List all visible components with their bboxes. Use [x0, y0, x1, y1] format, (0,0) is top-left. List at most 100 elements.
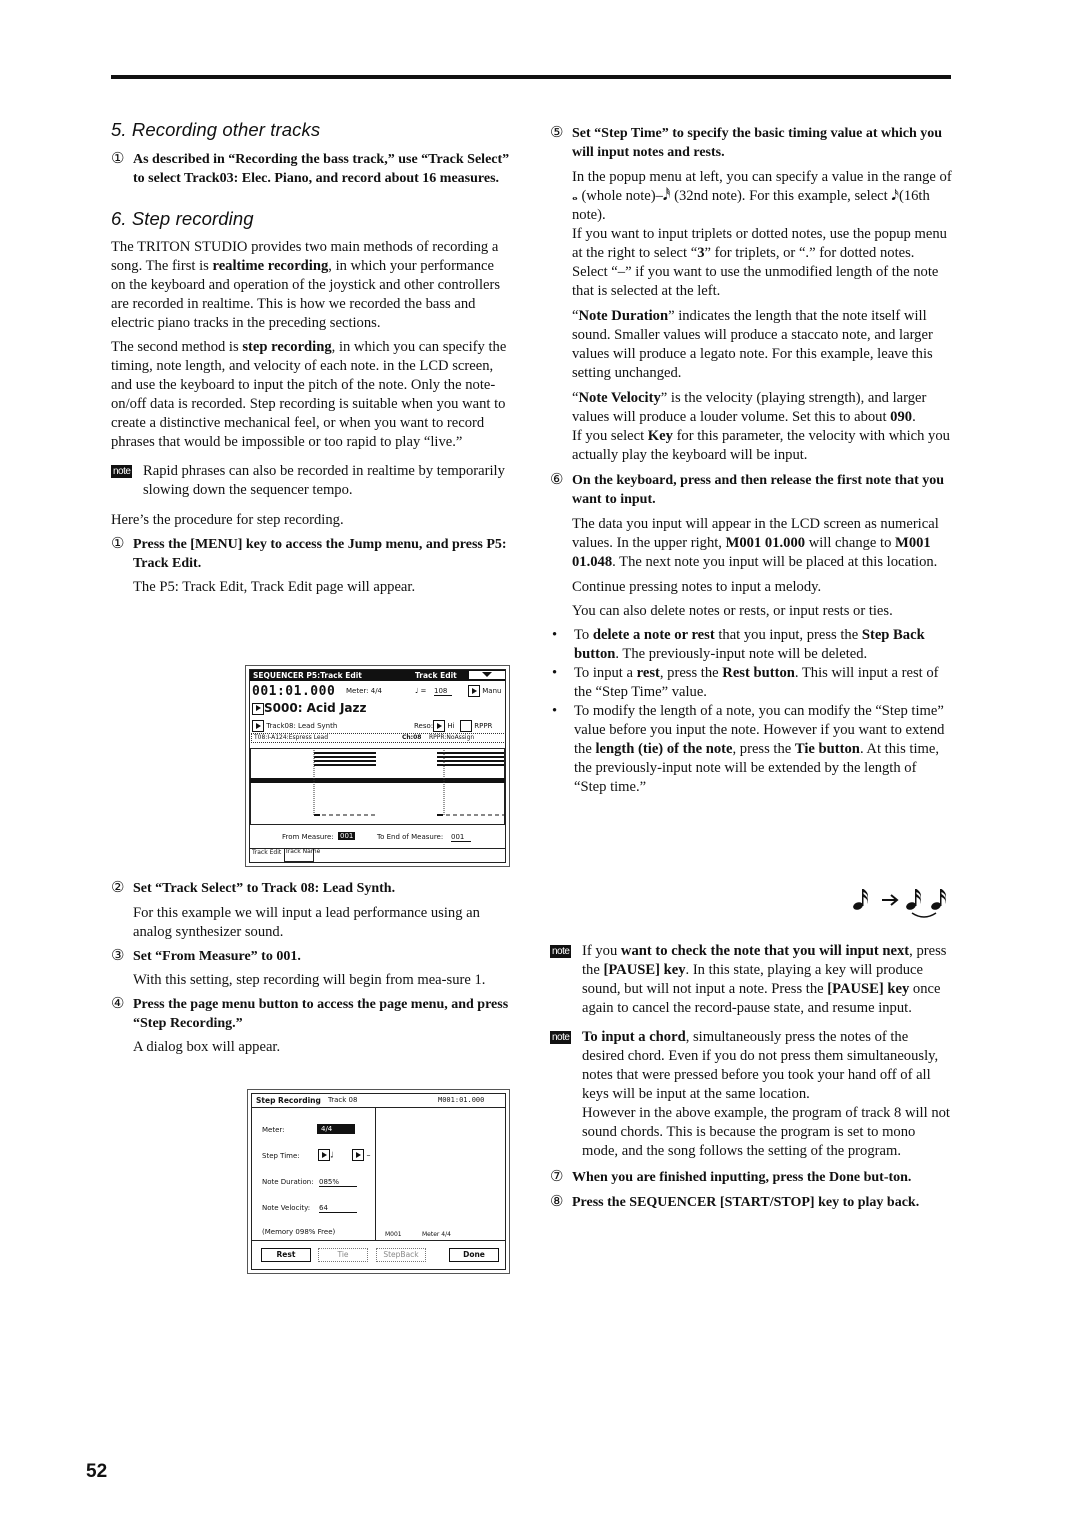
step-time-label: Step Time:	[262, 1152, 300, 1160]
top-rule	[111, 75, 951, 79]
step-body: For this example we will input a lead pe…	[133, 905, 480, 940]
step-text: When you are finished inputting, press t…	[572, 1170, 912, 1185]
step-text: Press the [MENU] key to access the Jump …	[133, 537, 507, 571]
step-time-modifier-popup[interactable]: –	[352, 1149, 371, 1161]
step6-delete-info: You can also delete notes or rests, or i…	[572, 603, 893, 619]
note-duration-label: Note Duration:	[262, 1178, 314, 1186]
meter-field[interactable]: 4/4	[317, 1124, 355, 1134]
sixteenth-note-icon	[853, 889, 868, 910]
step-text: Set “Step Time” to specify the basic tim…	[572, 126, 943, 160]
track-data-graph	[250, 748, 505, 825]
intro-paragraph-1: The TRITON STUDIO provides two main meth…	[111, 239, 501, 331]
page-menu-button[interactable]	[469, 671, 505, 679]
meter-readout: Meter 4/4	[422, 1231, 451, 1238]
step-number: ②	[111, 880, 125, 896]
note-text: If you want to check the note that you w…	[582, 943, 947, 1016]
step-text: Press the page menu button to access the…	[133, 997, 509, 1031]
step-text: On the keyboard, press and then release …	[572, 473, 945, 507]
tab-track-edit[interactable]: Track Edit	[252, 850, 281, 856]
step-body: A dialog box will appear.	[133, 1039, 281, 1055]
step-time-paragraph: In the popup menu at left, you can speci…	[572, 169, 952, 299]
step-number: ⑤	[550, 125, 564, 141]
step-text: Set “From Measure” to 001.	[133, 949, 301, 964]
bullet-item: To input a rest, press the Rest button. …	[552, 664, 952, 702]
manual-popup[interactable]: Manu	[468, 685, 501, 697]
page-number: 52	[86, 1461, 108, 1482]
meter-label: Meter:	[262, 1126, 285, 1134]
popup-arrow-icon	[252, 702, 264, 715]
step-item: ② Set “Track Select” to Track 08: Lead S…	[111, 879, 511, 898]
rest-button[interactable]: Rest	[261, 1248, 311, 1262]
note-text: To input a chord, simultaneously press t…	[582, 1029, 950, 1159]
step6-paragraph: The data you input will appear in the LC…	[572, 516, 939, 570]
bullet-item: To modify the length of a note, you can …	[552, 702, 952, 797]
step-item: ① As described in “Recording the bass tr…	[111, 150, 511, 188]
note-icon: note	[550, 1031, 572, 1044]
done-button[interactable]: Done	[449, 1248, 499, 1262]
note-duration-paragraph: “Note Duration” indicates the length tha…	[572, 308, 933, 381]
step-time-note-popup[interactable]: ♩	[318, 1149, 334, 1161]
dialog-track: Track 08	[328, 1096, 358, 1104]
track-info-bar: T08:I-A124:Espress Lead Ch:08 RPPR:NoAss…	[251, 733, 505, 743]
to-measure-field[interactable]: 001	[451, 833, 471, 842]
step-number: ①	[111, 536, 125, 552]
step-number: ⑦	[550, 1169, 564, 1185]
lcd-title: SEQUENCER P5:Track Edit	[253, 671, 362, 680]
meter-value: Meter: 4/4	[346, 687, 383, 695]
song-position: 001:01.000	[252, 684, 336, 699]
section-heading-recording-other-tracks: 5. Recording other tracks	[111, 119, 321, 140]
rppr-checkbox[interactable]: RPPR	[460, 720, 492, 732]
step-item: ⑧ Press the SEQUENCER [START/STOP] key t…	[550, 1193, 952, 1212]
from-measure-field[interactable]: 001	[338, 832, 356, 840]
step-item: ⑥ On the keyboard, press and then releas…	[550, 471, 952, 509]
step-number: ④	[111, 996, 125, 1012]
step6-continue: Continue pressing notes to input a melod…	[572, 579, 822, 595]
note-block: note To input a chord, simultaneously pr…	[550, 1028, 952, 1161]
popup-arrow-icon	[468, 685, 480, 697]
to-measure-label: To End of Measure:	[377, 833, 444, 841]
arrow-icon	[882, 894, 899, 906]
note-icon: note	[550, 945, 572, 958]
song-select[interactable]: S000: Acid Jazz	[252, 701, 366, 715]
dialog-title: Step Recording	[256, 1096, 321, 1105]
popup-arrow-icon	[318, 1149, 330, 1161]
track-select[interactable]: Track08: Lead Synth	[252, 720, 337, 732]
note-velocity-label: Note Velocity:	[262, 1204, 311, 1212]
tab-track-name[interactable]: Track Name	[284, 849, 320, 862]
tempo-field[interactable]: 108	[434, 687, 452, 696]
tied-sixteenth-notes-icon	[906, 889, 946, 918]
memory-status: (Memory 098% Free)	[262, 1228, 336, 1236]
lcd-step-recording-dialog: Step Recording Track 08 M001:01.000 Mete…	[247, 1089, 510, 1274]
note-text: Rapid phrases can also be recorded in re…	[143, 463, 505, 498]
step-number: ⑧	[550, 1194, 564, 1210]
step-text: Press the SEQUENCER [START/STOP] key to …	[572, 1195, 920, 1210]
step6-bullet-list: To delete a note or rest that you input,…	[550, 626, 952, 797]
reso-select[interactable]: Reso: Hi	[414, 720, 455, 732]
step-back-button[interactable]: StepBack	[376, 1248, 426, 1262]
tempo-label: ♩ =	[415, 687, 427, 695]
intro-paragraph-2: The second method is step recording, in …	[111, 339, 507, 450]
step-item: ⑤ Set “Step Time” to specify the basic t…	[550, 124, 952, 162]
right-column-lower: note If you want to check the note that …	[550, 942, 952, 1212]
tie-button[interactable]: Tie	[318, 1248, 368, 1262]
measure-readout: M001	[385, 1231, 402, 1238]
step-body: The P5: Track Edit, Track Edit page will…	[133, 579, 416, 595]
tie-figure	[853, 889, 946, 918]
lcd-track-edit-screen: SEQUENCER P5:Track Edit Track Edit 001:0…	[245, 665, 510, 867]
right-column: ⑤ Set “Step Time” to specify the basic t…	[550, 124, 952, 797]
left-column: 5. Recording other tracks ① As described…	[111, 118, 511, 597]
left-column-lower: ② Set “Track Select” to Track 08: Lead S…	[111, 879, 511, 1057]
step-number: ③	[111, 948, 125, 964]
popup-arrow-icon	[433, 720, 446, 732]
note-block: note If you want to check the note that …	[550, 942, 952, 1018]
procedure-intro: Here’s the procedure for step recording.	[111, 512, 344, 528]
from-measure-label: From Measure:	[282, 833, 334, 841]
note-velocity-field[interactable]: 64	[319, 1204, 357, 1213]
step-item: ④ Press the page menu button to access t…	[111, 995, 511, 1033]
note-velocity-paragraph: “Note Velocity” is the velocity (playing…	[572, 390, 950, 463]
step-body: With this setting, step recording will b…	[133, 972, 486, 988]
step-text: As described in “Recording the bass trac…	[133, 152, 510, 186]
16th-note-icon: 𝅘𝅥𝅯	[891, 188, 899, 204]
note-duration-field[interactable]: 085%	[319, 1178, 357, 1187]
step-item: ③ Set “From Measure” to 001.	[111, 947, 511, 966]
